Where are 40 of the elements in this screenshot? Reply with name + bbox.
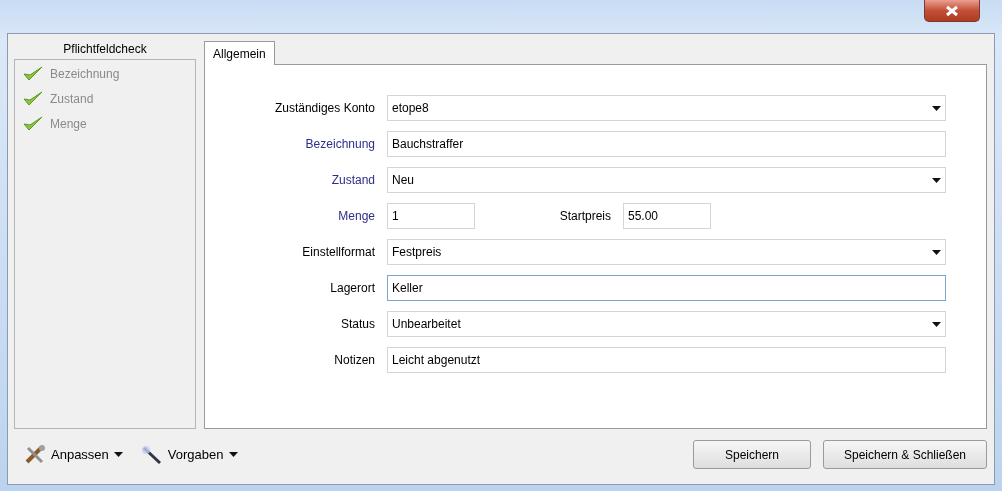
check-icon bbox=[23, 65, 43, 82]
field-label: Notizen bbox=[333, 353, 376, 367]
caret-icon bbox=[932, 177, 941, 183]
field-label: Zustand bbox=[330, 173, 376, 187]
input-field[interactable]: Keller bbox=[387, 275, 946, 301]
wand-icon bbox=[140, 444, 163, 465]
field-label: Bezeichnung bbox=[304, 137, 376, 151]
tools-icon bbox=[24, 444, 46, 465]
field-label: Menge bbox=[337, 209, 376, 223]
close-icon bbox=[944, 4, 960, 17]
dropdown-field[interactable]: Neu bbox=[387, 167, 946, 193]
dropdown-field[interactable]: etope8 bbox=[387, 95, 946, 121]
input-field[interactable]: Leicht abgenutzt bbox=[387, 347, 946, 373]
input-field[interactable]: 55.00 bbox=[623, 203, 711, 229]
field-label: Zuständiges Konto bbox=[273, 101, 376, 115]
check-item: Bezeichnung bbox=[50, 66, 120, 81]
panel-title: Pflichtfeldcheck bbox=[62, 41, 148, 58]
field-label: Lagerort bbox=[329, 281, 376, 295]
tab[interactable]: Allgemein bbox=[204, 41, 275, 65]
check-item: Zustand bbox=[50, 91, 94, 106]
check-item: Menge bbox=[50, 116, 87, 131]
caret-icon bbox=[932, 105, 941, 111]
save-button[interactable]: Speichern bbox=[693, 440, 811, 469]
save-button[interactable]: Speichern & Schließen bbox=[823, 440, 987, 469]
check-icon bbox=[23, 115, 43, 132]
dropdown-field[interactable]: Unbearbeitet bbox=[387, 311, 946, 337]
caret-icon bbox=[932, 249, 941, 255]
caret-icon bbox=[932, 321, 941, 327]
input-field[interactable]: 1 bbox=[387, 203, 475, 229]
field-label: Startpreis bbox=[558, 209, 612, 223]
check-icon bbox=[23, 90, 43, 107]
dropdown-field[interactable]: Festpreis bbox=[387, 239, 946, 265]
toolbar-dropdown[interactable]: Anpassen bbox=[24, 444, 123, 465]
input-field[interactable]: Bauchstraffer bbox=[387, 131, 946, 157]
toolbar-dropdown[interactable]: Vorgaben bbox=[140, 444, 238, 465]
field-label: Einstellformat bbox=[301, 245, 376, 259]
caret-icon bbox=[228, 452, 238, 457]
field-label: Status bbox=[339, 317, 376, 331]
close-button[interactable] bbox=[924, 0, 980, 22]
caret-icon bbox=[113, 452, 123, 457]
